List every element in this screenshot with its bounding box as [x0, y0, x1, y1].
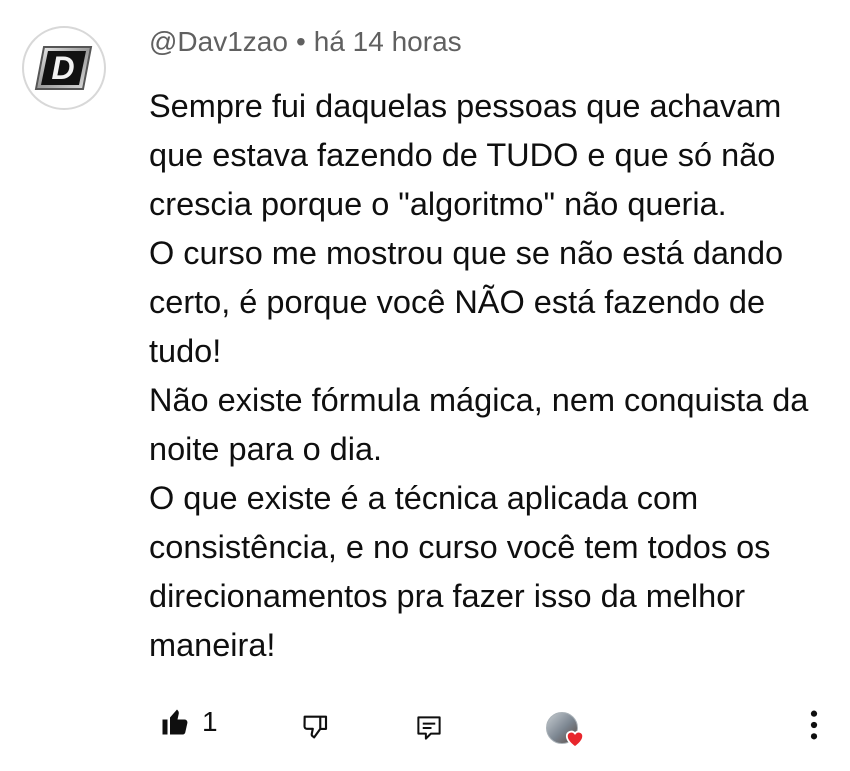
- author-logo-icon: D: [34, 46, 93, 90]
- reply-comment-icon: [417, 716, 441, 740]
- dislike-button[interactable]: [300, 712, 332, 744]
- comment-time: há 14 horas: [313, 26, 462, 57]
- thumbs-up-filled-icon: [162, 709, 188, 735]
- svg-text:D: D: [51, 50, 74, 86]
- reply-button[interactable]: [414, 712, 444, 744]
- like-count: 1: [202, 706, 218, 737]
- like-button[interactable]: 1: [160, 706, 218, 738]
- creator-heart-icon: [544, 710, 588, 750]
- more-options-button[interactable]: [806, 708, 822, 742]
- comment-meta: @Dav1zao • há 14 horas: [149, 24, 462, 60]
- thumbs-down-icon: [303, 715, 328, 739]
- meta-separator: •: [295, 26, 306, 57]
- comment-paragraph: O curso me mostrou que se não está dando…: [149, 235, 784, 369]
- more-vert-icon: [810, 710, 818, 740]
- comment-paragraph: Não existe fórmula mágica, nem conquista…: [149, 382, 809, 467]
- heart-icon: [565, 730, 585, 748]
- author-handle[interactable]: @Dav1zao: [149, 26, 288, 57]
- author-avatar[interactable]: D: [22, 26, 106, 110]
- comment-body: Sempre fui daquelas pessoas que achavam …: [149, 82, 839, 670]
- comment-paragraph: O que existe é a técnica aplicada com co…: [149, 480, 771, 663]
- comment-actions: 1: [0, 700, 850, 750]
- creator-heart-badge[interactable]: [544, 710, 588, 750]
- comment-paragraph: Sempre fui daquelas pessoas que achavam …: [149, 88, 782, 222]
